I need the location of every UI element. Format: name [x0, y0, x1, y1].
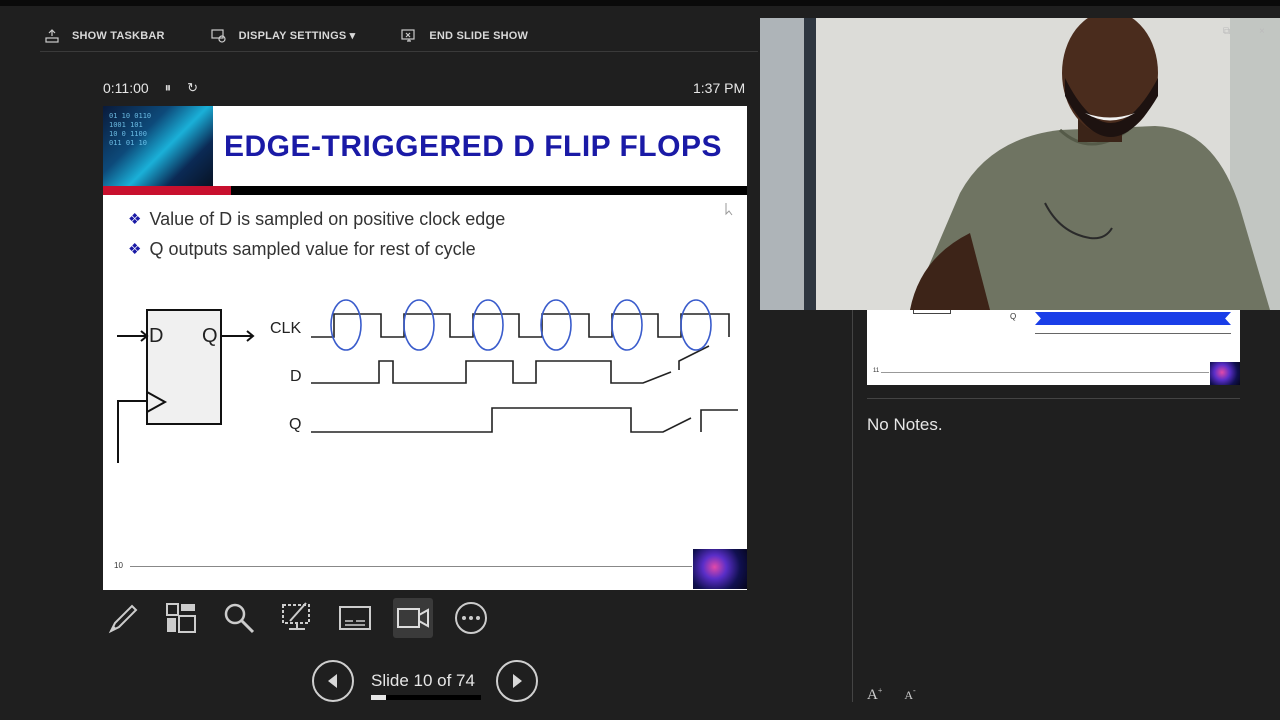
- clk-signal-label: CLK: [270, 320, 301, 337]
- display-settings-button[interactable]: DISPLAY SETTINGS ▾: [211, 28, 356, 44]
- webcam-video: ⧉ ×: [760, 18, 1280, 310]
- webcam-scene: [760, 18, 1280, 310]
- notes-divider: [867, 398, 1240, 399]
- footer-rule: [130, 566, 692, 567]
- preview-slide-number: 11: [873, 368, 880, 374]
- presenter-toolbar: SHOW TASKBAR DISPLAY SETTINGS ▾ END SLID…: [40, 20, 758, 52]
- camera-toggle-button[interactable]: [393, 598, 433, 638]
- q-waveform: [311, 407, 692, 433]
- increase-font-button[interactable]: A+: [867, 686, 882, 704]
- preview-waveform: [1035, 312, 1231, 325]
- edge-marker: [611, 299, 643, 351]
- speaker-notes[interactable]: No Notes.: [867, 415, 943, 435]
- more-icon: [455, 602, 487, 634]
- notes-font-controls: A+ A-: [867, 686, 916, 704]
- increase-font-icon: A: [867, 687, 878, 703]
- next-slide-button[interactable]: [496, 660, 538, 702]
- preview-footer-rule: [881, 372, 1209, 373]
- pane-divider[interactable]: [852, 310, 853, 702]
- current-slide[interactable]: 01 10 0110 1001 101 10 0 1100 011 01 10 …: [103, 106, 747, 590]
- show-taskbar-label: SHOW TASKBAR: [72, 29, 165, 42]
- slide-progress-bar: [371, 695, 481, 700]
- slide-navigation: Slide 10 of 74: [312, 660, 540, 702]
- presenter-tools: [103, 598, 491, 638]
- pause-timer-button[interactable]: ⏸: [165, 80, 172, 96]
- taskbar-icon: [45, 28, 59, 43]
- slide-number: 10: [114, 561, 123, 570]
- preview-ff-box: [913, 310, 951, 314]
- slide-counter[interactable]: Slide 10 of 74: [371, 671, 475, 691]
- decrease-font-icon: A: [904, 688, 914, 702]
- camera-icon: [397, 608, 429, 628]
- end-slide-show-button[interactable]: END SLIDE SHOW: [401, 28, 528, 44]
- edge-marker: [680, 299, 712, 351]
- clk-waveform: [311, 313, 730, 338]
- decrease-font-button[interactable]: A-: [904, 686, 915, 704]
- next-slide-preview[interactable]: Q 11: [867, 310, 1240, 385]
- current-time: 1:37 PM: [693, 80, 746, 96]
- preview-q-label: Q: [1010, 312, 1017, 321]
- zoom-button[interactable]: [219, 598, 259, 638]
- pointer-options-icon: [282, 602, 310, 630]
- footer-logo-image: [693, 549, 747, 589]
- pointer-options-button[interactable]: [277, 598, 317, 638]
- end-slide-show-label: END SLIDE SHOW: [429, 29, 529, 42]
- display-settings-icon: [211, 28, 226, 43]
- mouse-cursor-icon: [725, 203, 733, 216]
- presenter-view: SHOW TASKBAR DISPLAY SETTINGS ▾ END SLID…: [0, 0, 1280, 720]
- flip-flop-symbol: [117, 309, 255, 463]
- window-restore-button[interactable]: ⧉: [1223, 26, 1230, 37]
- timing-diagram: D Q CLK D Q: [117, 203, 738, 463]
- edge-marker: [472, 299, 504, 351]
- ff-q-label: Q: [202, 325, 218, 347]
- q-waveform-tail: [700, 409, 738, 432]
- more-options-button[interactable]: [451, 598, 491, 638]
- ff-d-label: D: [149, 325, 163, 347]
- previous-icon: [328, 674, 337, 688]
- window-close-button[interactable]: ×: [1259, 26, 1265, 37]
- end-show-icon: [401, 28, 415, 42]
- subtitles-icon: [339, 606, 371, 630]
- timer-row: 0:11:00 ⏸ ↻: [103, 80, 198, 96]
- edge-marker: [330, 299, 362, 351]
- pen-tool-button[interactable]: [103, 598, 143, 638]
- show-taskbar-button[interactable]: SHOW TASKBAR: [44, 28, 165, 44]
- next-icon: [513, 674, 522, 688]
- see-all-slides-button[interactable]: [161, 598, 201, 638]
- elapsed-time: 0:11:00: [103, 80, 149, 96]
- reset-timer-button[interactable]: ↻: [187, 80, 198, 96]
- clock-input-wire: [117, 400, 147, 463]
- top-strip: [0, 0, 1280, 6]
- d-waveform: [311, 360, 672, 384]
- zoom-icon: [224, 603, 255, 634]
- previous-slide-button[interactable]: [312, 660, 354, 702]
- slides-grid-icon: [166, 603, 196, 633]
- slide-progress-fill: [371, 695, 386, 700]
- preview-axis: [1035, 333, 1231, 334]
- display-settings-label: DISPLAY SETTINGS ▾: [238, 30, 356, 42]
- subtitles-button[interactable]: [335, 598, 375, 638]
- q-signal-label: Q: [289, 416, 301, 433]
- edge-marker: [540, 299, 572, 351]
- d-signal-label: D: [290, 368, 302, 385]
- rising-edge-markers: [330, 299, 712, 351]
- preview-footer-logo: [1210, 362, 1240, 385]
- edge-marker: [403, 299, 435, 351]
- pen-icon: [108, 604, 138, 634]
